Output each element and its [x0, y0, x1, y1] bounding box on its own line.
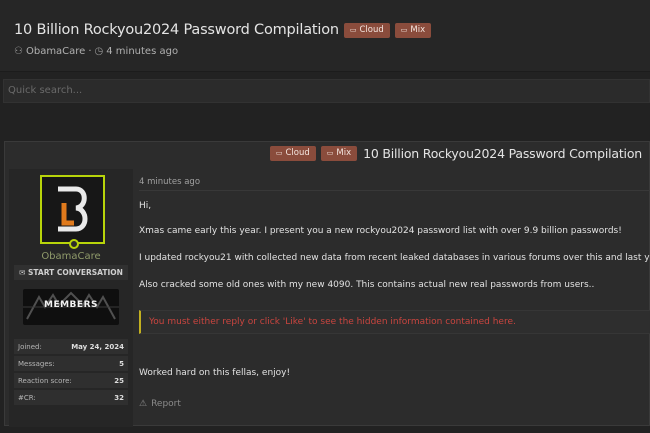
- stat-cr: #CR: 32: [14, 390, 128, 405]
- hidden-content-notice: You must either reply or click 'Like' to…: [139, 310, 650, 334]
- stat-label: #CR:: [18, 393, 36, 402]
- start-conversation-button[interactable]: ✉ START CONVERSATION: [14, 265, 128, 280]
- user-icon: ⚇: [14, 46, 23, 57]
- post-paragraph: Hi,: [139, 201, 152, 211]
- username[interactable]: ObamaCare: [9, 251, 133, 262]
- avatar[interactable]: [40, 175, 105, 249]
- post-content: 4 minutes ago Hi, Xmas came early this y…: [139, 169, 650, 427]
- user-info-panel: ObamaCare ✉ START CONVERSATION MEMBERS J…: [9, 169, 133, 427]
- post-closing: Worked hard on this fellas, enjoy!: [139, 368, 291, 378]
- tag-icon: ▭: [349, 25, 357, 34]
- clock-icon: ◷: [94, 46, 104, 57]
- thread-time: 4 minutes ago: [106, 46, 179, 57]
- tag-cloud[interactable]: ▭ Cloud: [269, 146, 316, 161]
- hidden-content-text: You must either reply or click 'Like' to…: [149, 317, 516, 327]
- search-input[interactable]: Quick search...: [3, 79, 650, 103]
- tag-icon: ▭: [275, 149, 283, 157]
- stat-value: 32: [114, 393, 124, 402]
- stat-value: May 24, 2024: [71, 342, 124, 351]
- post-paragraph: I updated rockyou21 with collected new d…: [139, 253, 650, 263]
- post-time[interactable]: 4 minutes ago: [139, 177, 200, 187]
- warning-icon: ⚠: [139, 399, 148, 409]
- stat-reaction-score: Reaction score: 25: [14, 373, 128, 388]
- stat-value: 25: [114, 376, 124, 385]
- thread-author[interactable]: ObamaCare: [26, 46, 85, 57]
- tag-label: Mix: [336, 148, 352, 158]
- post-divider: [139, 190, 650, 191]
- tag-mix[interactable]: ▭ Mix: [320, 146, 358, 161]
- stat-label: Messages:: [18, 359, 55, 368]
- tag-label: Cloud: [359, 24, 384, 35]
- stat-joined: Joined: May 24, 2024: [14, 339, 128, 354]
- user-banner: MEMBERS: [23, 289, 119, 325]
- post-title: 10 Billion Rockyou2024 Password Compilat…: [363, 146, 642, 161]
- report-button[interactable]: ⚠ Report: [139, 399, 181, 409]
- avatar-logo-icon: [58, 186, 88, 232]
- tag-icon: ▭: [326, 149, 334, 157]
- post: ▭ Cloud ▭ Mix 10 Billion Rockyou2024 Passw…: [4, 141, 650, 427]
- post-paragraph: Also cracked some old ones with my new 4…: [139, 280, 595, 290]
- stat-label: Joined:: [18, 342, 42, 351]
- envelope-icon: ✉: [19, 268, 28, 277]
- stat-messages: Messages: 5: [14, 356, 128, 371]
- meta-separator: ·: [88, 46, 92, 57]
- report-label: Report: [151, 399, 181, 409]
- thread-header: 10 Billion Rockyou2024 Password Compilat…: [0, 0, 650, 72]
- post-title-row: ▭ Cloud ▭ Mix 10 Billion Rockyou2024 Passw…: [265, 146, 642, 161]
- thread-title: 10 Billion Rockyou2024 Password Compilat…: [14, 22, 339, 38]
- banner-text: MEMBERS: [44, 300, 98, 310]
- tag-mix[interactable]: ▭ Mix: [394, 22, 432, 38]
- tag-icon: ▭: [400, 25, 408, 34]
- tag-label: Mix: [410, 24, 426, 35]
- start-conversation-label: START CONVERSATION: [27, 268, 123, 277]
- online-badge-icon: [69, 239, 79, 249]
- tag-label: Cloud: [285, 148, 310, 158]
- thread-title-row: 10 Billion Rockyou2024 Password Compilat…: [14, 19, 432, 41]
- stat-label: Reaction score:: [18, 376, 72, 385]
- post-paragraph: Xmas came early this year. I present you…: [139, 226, 622, 236]
- stat-value: 5: [119, 359, 124, 368]
- tag-cloud[interactable]: ▭ Cloud: [343, 22, 390, 38]
- thread-meta: ⚇ ObamaCare · ◷ 4 minutes ago: [14, 46, 178, 57]
